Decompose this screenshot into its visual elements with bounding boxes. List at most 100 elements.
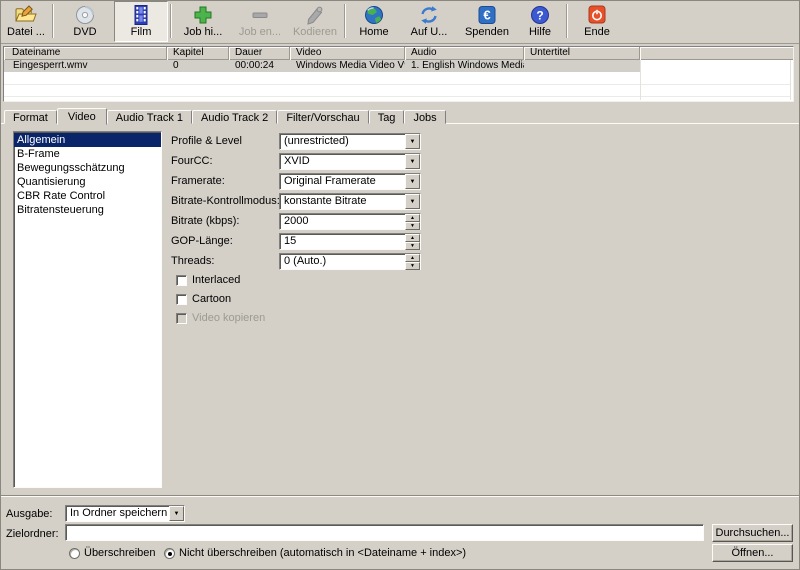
gop-length-spinner[interactable]: 15 ▲▼ [279, 233, 421, 250]
open-file-button[interactable]: Datei ... [2, 1, 50, 42]
no-overwrite-radio[interactable] [164, 548, 175, 559]
spin-down-icon[interactable]: ▼ [405, 262, 420, 270]
list-item-bewegungsschaetzung[interactable]: Bewegungsschätzung [14, 161, 161, 175]
tab-tag[interactable]: Tag [369, 110, 405, 124]
toolbar-label: Home [359, 26, 388, 39]
film-button[interactable]: Film [114, 1, 168, 42]
spin-up-icon[interactable]: ▲ [405, 234, 420, 242]
browse-button[interactable]: Durchsuchen... [712, 524, 793, 542]
chevron-down-icon[interactable]: ▼ [405, 194, 420, 209]
interlaced-checkbox[interactable] [176, 275, 187, 286]
dvd-icon [74, 4, 96, 26]
cell-untertitel [524, 60, 640, 72]
spin-down-icon[interactable]: ▼ [405, 222, 420, 230]
list-item-bitratensteuerung[interactable]: Bitratensteuerung [14, 203, 161, 217]
encode-icon [304, 4, 326, 26]
remove-job-button: Job en... [232, 1, 288, 42]
chevron-down-icon[interactable]: ▼ [169, 506, 184, 521]
toolbar-label: DVD [73, 26, 96, 39]
column-header-audio[interactable]: Audio [405, 47, 524, 60]
tab-jobs[interactable]: Jobs [404, 110, 445, 124]
home-globe-icon [363, 4, 385, 26]
profile-level-dropdown[interactable]: (unrestricted) ▼ [279, 133, 421, 150]
chevron-down-icon[interactable]: ▼ [405, 154, 420, 169]
zielordner-input[interactable] [65, 524, 704, 541]
help-button[interactable]: ? Hilfe [516, 1, 564, 42]
svg-text:€: € [483, 8, 490, 23]
bitrate-spinner[interactable]: 2000 ▲▼ [279, 213, 421, 230]
tab-filter-vorschau[interactable]: Filter/Vorschau [277, 110, 368, 124]
toolbar-separator [344, 4, 346, 38]
toolbar: Datei ... DVD Film Job hi... [1, 1, 799, 44]
exit-icon [586, 4, 608, 26]
overwrite-radio[interactable] [69, 548, 80, 559]
video-copy-checkbox-row: Video kopieren [176, 312, 265, 325]
column-header-video[interactable]: Video [290, 47, 405, 60]
tab-audio-track-2[interactable]: Audio Track 2 [192, 110, 277, 124]
spinner-value: 15 [280, 234, 405, 249]
framerate-dropdown[interactable]: Original Framerate ▼ [279, 173, 421, 190]
column-header-dateiname[interactable]: Dateiname [4, 47, 167, 60]
ausgabe-dropdown[interactable]: In Ordner speichern ▼ [65, 505, 185, 522]
spinner-value: 2000 [280, 214, 405, 229]
spinner-value: 0 (Auto.) [280, 254, 405, 269]
tab-format[interactable]: Format [4, 110, 57, 124]
chevron-down-icon[interactable]: ▼ [405, 134, 420, 149]
column-divider [640, 60, 641, 100]
list-item-cbr-rate-control[interactable]: CBR Rate Control [14, 189, 161, 203]
dvd-button[interactable]: DVD [56, 1, 114, 42]
grid-line [4, 96, 790, 97]
zielordner-label: Zielordner: [6, 528, 59, 540]
remove-job-icon [249, 4, 271, 26]
bitrate-mode-dropdown[interactable]: konstante Bitrate ▼ [279, 193, 421, 210]
donate-button[interactable]: € Spenden [458, 1, 516, 42]
tab-audio-track-1[interactable]: Audio Track 1 [107, 110, 192, 124]
open-button[interactable]: Öffnen... [712, 544, 793, 562]
dropdown-value: konstante Bitrate [280, 194, 405, 209]
svg-text:?: ? [536, 9, 543, 23]
spin-down-icon[interactable]: ▼ [405, 242, 420, 250]
exit-button[interactable]: Ende [570, 1, 624, 42]
cell-dauer: 00:00:24 [229, 60, 290, 72]
column-header-untertitel[interactable]: Untertitel [524, 47, 640, 60]
dropdown-value: In Ordner speichern [66, 506, 169, 521]
toolbar-label: Job hi... [184, 26, 223, 39]
cartoon-checkbox-row: Cartoon [176, 293, 231, 306]
toolbar-label: Film [131, 26, 152, 39]
cell-video: Windows Media Video V9 ... [290, 60, 405, 72]
update-icon [418, 4, 440, 26]
checkbox-label: Video kopieren [192, 312, 265, 325]
toolbar-separator [52, 4, 54, 38]
film-icon [130, 4, 152, 26]
file-list: Dateiname Kapitel Dauer Video Audio Unte… [3, 46, 794, 102]
cell-audio: 1. English Windows Media ... [405, 60, 524, 72]
toolbar-label: Job en... [239, 26, 281, 39]
list-item-allgemein[interactable]: Allgemein [14, 133, 161, 147]
check-update-button[interactable]: Auf U... [400, 1, 458, 42]
toolbar-label: Auf U... [411, 26, 448, 39]
chevron-down-icon[interactable]: ▼ [405, 174, 420, 189]
add-job-button[interactable]: Job hi... [174, 1, 232, 42]
tab-video[interactable]: Video [57, 108, 107, 125]
ausgabe-label: Ausgabe: [6, 508, 52, 520]
list-item-quantisierung[interactable]: Quantisierung [14, 175, 161, 189]
column-divider [790, 60, 791, 100]
home-button[interactable]: Home [348, 1, 400, 42]
table-row[interactable]: Eingesperrt.wmv 0 00:00:24 Windows Media… [4, 60, 640, 72]
threads-spinner[interactable]: 0 (Auto.) ▲▼ [279, 253, 421, 270]
cartoon-checkbox[interactable] [176, 294, 187, 305]
tab-strip: Format Video Audio Track 1 Audio Track 2… [4, 107, 446, 124]
fourcc-dropdown[interactable]: XVID ▼ [279, 153, 421, 170]
column-header-dauer[interactable]: Dauer [229, 47, 290, 60]
spin-up-icon[interactable]: ▲ [405, 254, 420, 262]
encode-button: Kodieren [288, 1, 342, 42]
file-list-header: Dateiname Kapitel Dauer Video Audio Unte… [4, 47, 793, 60]
fourcc-label: FourCC: [171, 153, 213, 170]
donate-icon: € [476, 4, 498, 26]
toolbar-label: Hilfe [529, 26, 551, 39]
column-header-kapitel[interactable]: Kapitel [167, 47, 229, 60]
checkbox-label: Interlaced [192, 274, 240, 287]
list-item-b-frame[interactable]: B-Frame [14, 147, 161, 161]
spin-up-icon[interactable]: ▲ [405, 214, 420, 222]
interlaced-checkbox-row: Interlaced [176, 274, 240, 287]
